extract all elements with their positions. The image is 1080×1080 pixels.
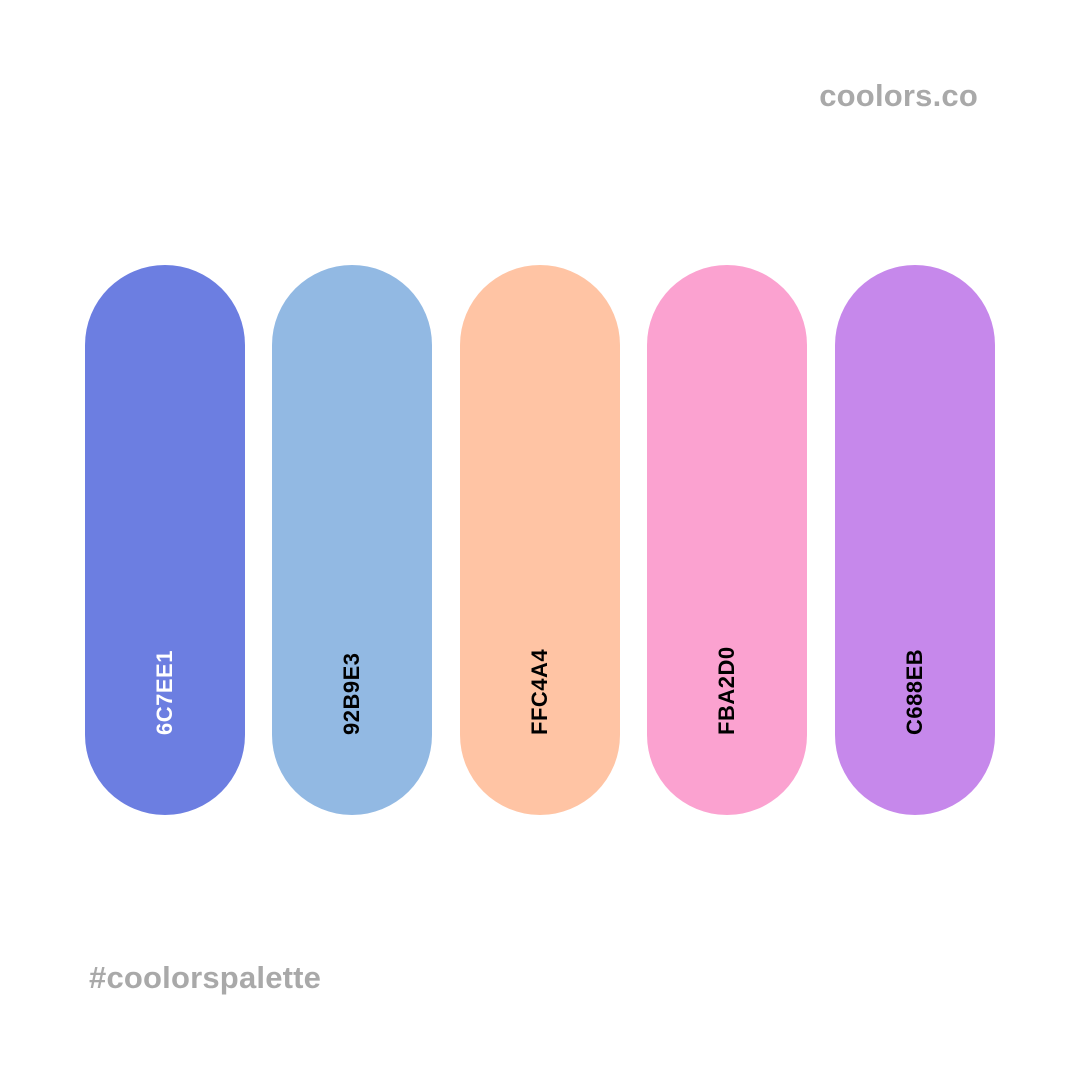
color-swatch-5[interactable]: C688EB — [835, 265, 995, 815]
swatch-hex-label: FBA2D0 — [714, 646, 739, 735]
swatch-hex-label: 6C7EE1 — [152, 650, 177, 735]
swatch-hex-label: C688EB — [902, 648, 927, 735]
color-swatch-1[interactable]: 6C7EE1 — [85, 265, 245, 815]
color-swatch-3[interactable]: FFC4A4 — [460, 265, 620, 815]
hashtag-caption: #coolorspalette — [89, 960, 322, 995]
brand-watermark: coolors.co — [819, 78, 978, 113]
swatch-hex-label: 92B9E3 — [339, 652, 364, 735]
color-swatch-2[interactable]: 92B9E3 — [272, 265, 432, 815]
color-palette: 6C7EE1 92B9E3 FFC4A4 FBA2D0 C688EB — [85, 265, 995, 815]
swatch-hex-label: FFC4A4 — [527, 648, 552, 735]
color-swatch-4[interactable]: FBA2D0 — [647, 265, 807, 815]
